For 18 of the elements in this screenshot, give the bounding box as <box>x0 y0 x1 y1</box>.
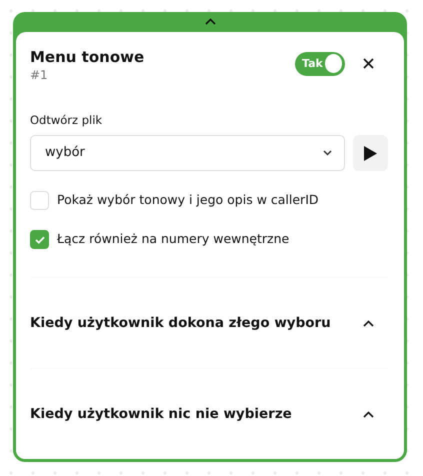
play-button[interactable] <box>353 135 388 171</box>
checkbox-label: Łącz również na numery wewnętrzne <box>57 230 290 248</box>
section-title: Kiedy użytkownik nic nie wybierze <box>30 404 292 424</box>
panel-title: Menu tonowe <box>30 48 144 66</box>
caret-icon[interactable] <box>363 410 374 418</box>
close-icon <box>363 58 374 70</box>
chevron-down-icon <box>323 150 332 156</box>
panel-number: #1 <box>30 66 49 84</box>
caret-icon[interactable] <box>204 18 216 26</box>
play-icon <box>364 146 378 160</box>
checkbox[interactable] <box>30 230 49 249</box>
checkbox-label: Pokaż wybór tonowy i jego opis w callerID <box>57 191 319 210</box>
section-title: Kiedy użytkownik dokona złego wyboru <box>30 314 331 333</box>
caret-icon[interactable] <box>363 320 374 326</box>
check-icon <box>34 236 44 244</box>
field-label: Odtwórz plik <box>30 112 104 129</box>
file-select[interactable]: wybór <box>30 135 346 171</box>
close-button[interactable] <box>361 56 376 72</box>
